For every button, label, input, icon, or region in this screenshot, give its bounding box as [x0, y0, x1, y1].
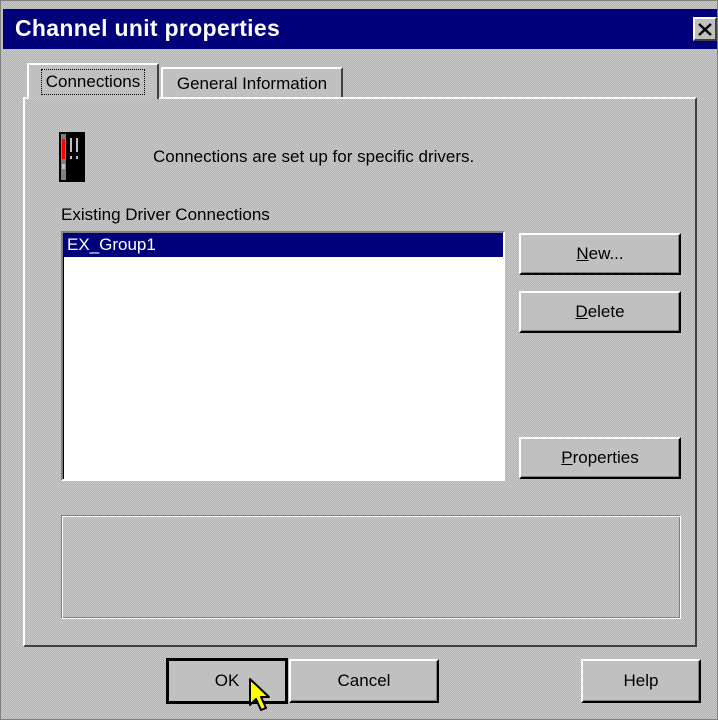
- delete-button[interactable]: Delete: [519, 291, 681, 333]
- cancel-button[interactable]: Cancel: [289, 659, 439, 703]
- ok-button-label: OK: [214, 671, 240, 690]
- ok-button[interactable]: OK: [166, 658, 288, 704]
- driver-connections-list[interactable]: EX_Group1: [61, 231, 505, 481]
- tab-general-information[interactable]: General Information: [161, 67, 343, 99]
- existing-connections-label: Existing Driver Connections: [61, 205, 270, 224]
- tab-label: General Information: [176, 74, 328, 93]
- properties-button-label: Properties: [561, 448, 639, 467]
- connection-details-box: [61, 515, 681, 619]
- connections-info-text: Connections are set up for specific driv…: [153, 147, 475, 166]
- close-icon: [698, 22, 712, 36]
- cancel-button-label: Cancel: [337, 671, 391, 690]
- tab-label: Connections: [40, 69, 146, 95]
- channel-unit-icon: [59, 132, 85, 182]
- new-button[interactable]: New...: [519, 233, 681, 275]
- title-bar: Channel unit properties: [3, 9, 717, 49]
- new-button-label: New...: [576, 244, 624, 263]
- properties-button[interactable]: Properties: [519, 437, 681, 479]
- delete-button-label: Delete: [575, 302, 625, 321]
- list-item-ex-group1[interactable]: EX_Group1: [63, 233, 503, 257]
- dialog-title: Channel unit properties: [15, 15, 281, 41]
- help-button[interactable]: Help: [581, 659, 701, 703]
- close-button[interactable]: [693, 17, 717, 41]
- help-button-label: Help: [623, 671, 659, 690]
- tab-connections[interactable]: Connections: [27, 63, 159, 99]
- channel-unit-properties-dialog: Channel unit properties General Informat…: [0, 0, 718, 720]
